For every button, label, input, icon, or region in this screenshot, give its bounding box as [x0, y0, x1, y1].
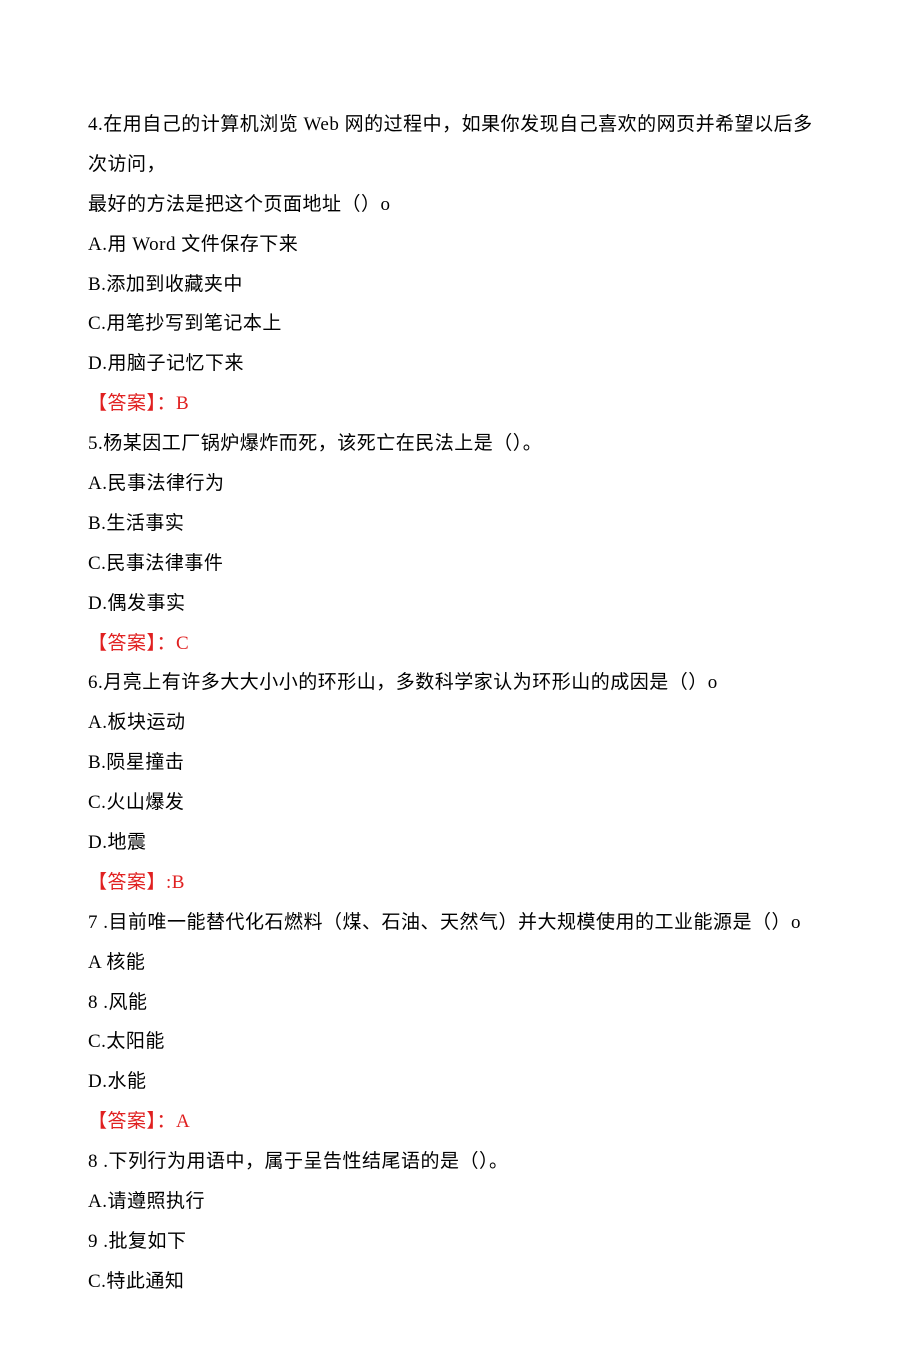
option-b: 8 .风能 — [88, 983, 832, 1023]
option-d: D.偶发事实 — [88, 584, 832, 624]
option-c: C.火山爆发 — [88, 783, 832, 823]
option-c: C.民事法律事件 — [88, 544, 832, 584]
option-b: B.添加到收藏夹中 — [88, 265, 832, 305]
question-5: 5.杨某因工厂锅炉爆炸而死，该死亡在民法上是（）。 A.民事法律行为 B.生活事… — [88, 424, 832, 663]
question-text: 6.月亮上有许多大大小小的环形山，多数科学家认为环形山的成因是（）o — [88, 663, 832, 703]
option-d: D.地震 — [88, 823, 832, 863]
option-b: B.生活事实 — [88, 504, 832, 544]
question-4: 4.在用自己的计算机浏览 Web 网的过程中，如果你发现自己喜欢的网页并希望以后… — [88, 105, 832, 424]
question-8: 8 .下列行为用语中，属于呈告性结尾语的是（）。 A.请遵照执行 9 .批复如下… — [88, 1142, 832, 1302]
answer-label: 【答案】:B — [88, 863, 832, 903]
option-a: A.请遵照执行 — [88, 1182, 832, 1222]
answer-label: 【答案】：B — [88, 384, 832, 424]
question-text-line: 最好的方法是把这个页面地址（）o — [88, 185, 832, 225]
question-text-line: 4.在用自己的计算机浏览 Web 网的过程中，如果你发现自己喜欢的网页并希望以后… — [88, 105, 832, 185]
question-6: 6.月亮上有许多大大小小的环形山，多数科学家认为环形山的成因是（）o A.板块运… — [88, 663, 832, 902]
answer-label: 【答案】：A — [88, 1102, 832, 1142]
question-text: 5.杨某因工厂锅炉爆炸而死，该死亡在民法上是（）。 — [88, 424, 832, 464]
answer-label: 【答案】：C — [88, 624, 832, 664]
option-a: A 核能 — [88, 943, 832, 983]
question-7: 7 .目前唯一能替代化石燃料（煤、石油、天然气）并大规模使用的工业能源是（）o … — [88, 903, 832, 1142]
question-text: 7 .目前唯一能替代化石燃料（煤、石油、天然气）并大规模使用的工业能源是（）o — [88, 903, 832, 943]
option-b: 9 .批复如下 — [88, 1222, 832, 1262]
option-c: C.太阳能 — [88, 1022, 832, 1062]
option-c: C.用笔抄写到笔记本上 — [88, 304, 832, 344]
document-page: 4.在用自己的计算机浏览 Web 网的过程中，如果你发现自己喜欢的网页并希望以后… — [0, 0, 920, 1362]
option-a: A.民事法律行为 — [88, 464, 832, 504]
option-d: D.水能 — [88, 1062, 832, 1102]
option-d: D.用脑子记忆下来 — [88, 344, 832, 384]
option-c: C.特此通知 — [88, 1262, 832, 1302]
question-text: 8 .下列行为用语中，属于呈告性结尾语的是（）。 — [88, 1142, 832, 1182]
option-a: A.板块运动 — [88, 703, 832, 743]
option-a: A.用 Word 文件保存下来 — [88, 225, 832, 265]
option-b: B.陨星撞击 — [88, 743, 832, 783]
